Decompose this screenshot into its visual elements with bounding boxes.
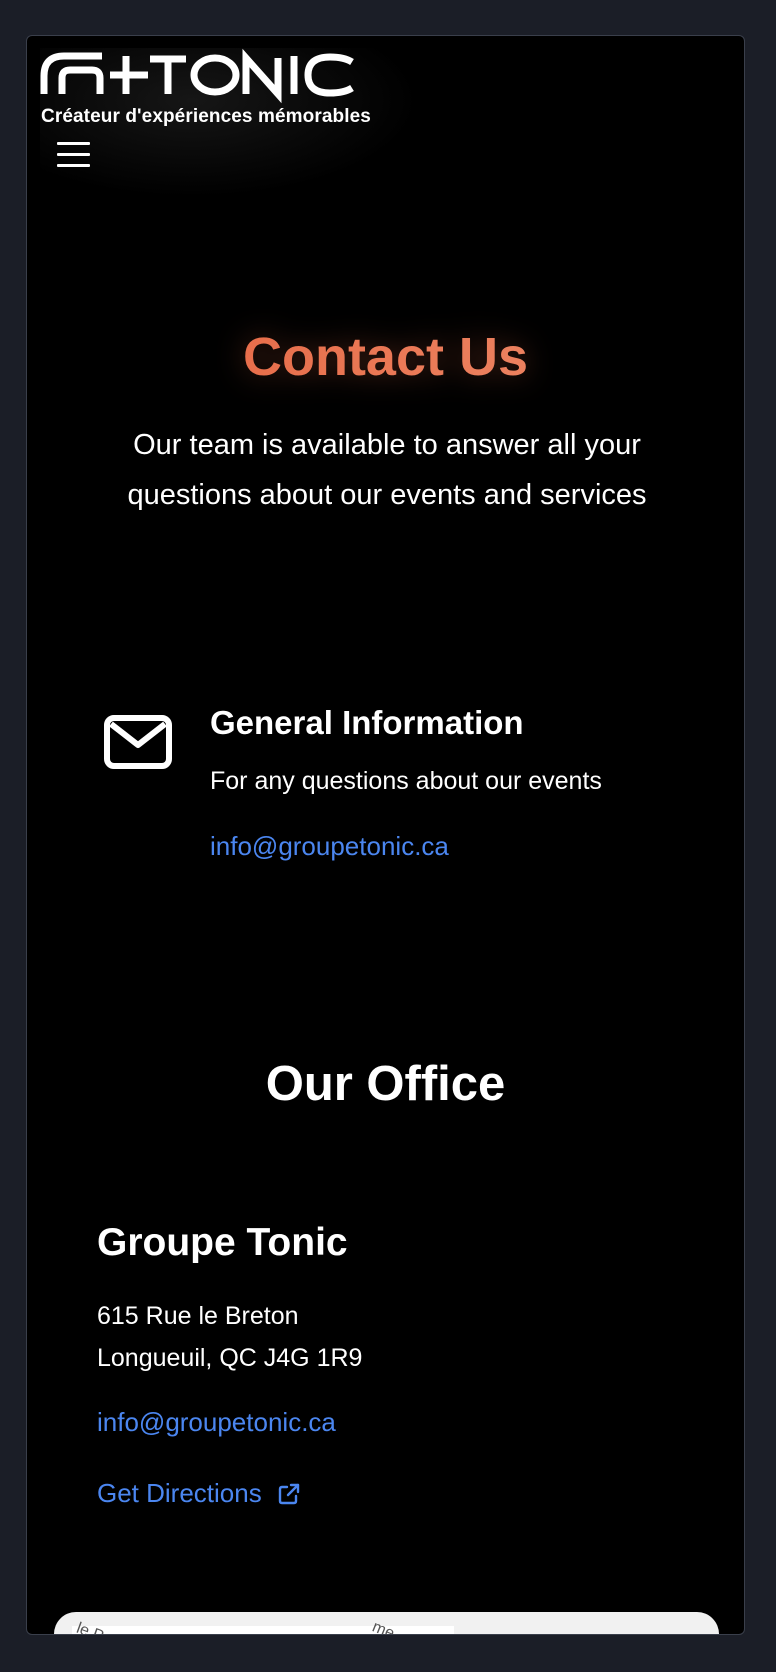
hamburger-menu-icon[interactable] [57, 140, 91, 170]
page-title: Contact Us [27, 326, 744, 388]
map-street-label: me [369, 1618, 397, 1635]
map-street-label: le P [74, 1619, 106, 1635]
general-info-description: For any questions about our events [210, 767, 602, 795]
external-link-icon [278, 1483, 299, 1504]
office-map[interactable]: le P me [54, 1612, 719, 1634]
page-subtitle: Our team is available to answer all your… [127, 429, 647, 511]
site-header: Créateur d'expériences mémorables [40, 48, 420, 198]
get-directions-label: Get Directions [97, 1478, 262, 1508]
office-section-heading: Our Office [265, 1057, 506, 1111]
brand-logo[interactable] [40, 48, 360, 104]
office-name: Groupe Tonic [97, 1221, 348, 1264]
general-info-title: General Information [210, 704, 524, 741]
office-address-line2: Longueuil, QC J4G 1R9 [97, 1344, 363, 1372]
envelope-icon [104, 715, 172, 769]
office-email-link[interactable]: info@groupetonic.ca [97, 1407, 336, 1438]
office-address-line1: 615 Rue le Breton [97, 1302, 299, 1330]
map-tile: le P me [72, 1618, 454, 1634]
get-directions-link[interactable]: Get Directions [97, 1478, 300, 1509]
brand-tagline: Créateur d'expériences mémorables [41, 106, 371, 127]
browser-viewport: Créateur d'expériences mémorables Contac… [26, 35, 745, 1635]
general-info-email-link[interactable]: info@groupetonic.ca [210, 831, 449, 862]
